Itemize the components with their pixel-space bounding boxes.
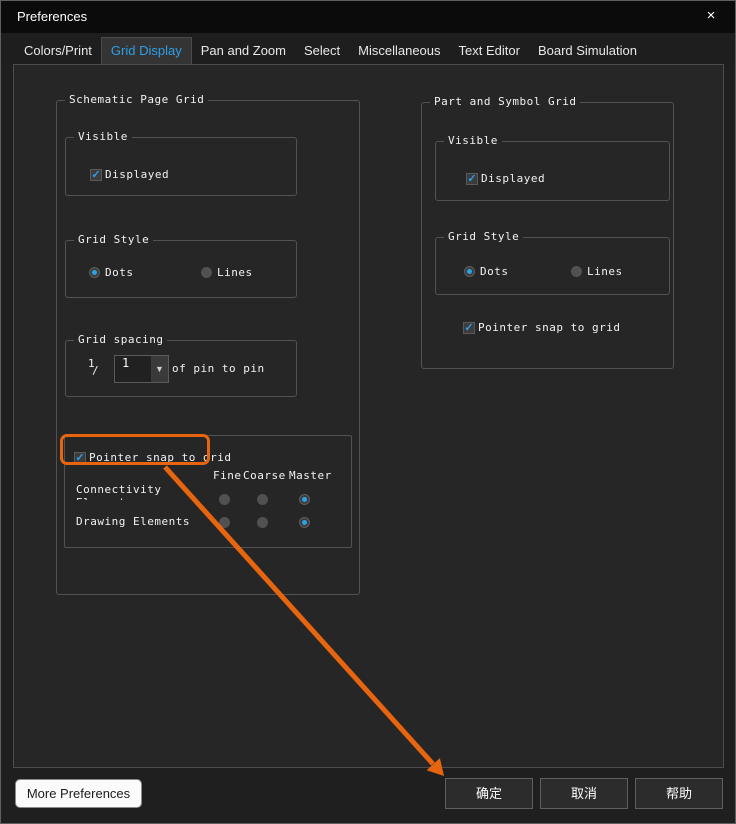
schematic-grid-spacing-title: Grid spacing: [74, 333, 168, 346]
part-visible-group: Visible ✓ Displayed: [435, 134, 670, 201]
schematic-visible-title: Visible: [74, 130, 132, 143]
schematic-grid-style-group: Grid Style Dots Lines: [65, 233, 297, 298]
part-dots-label: Dots: [480, 265, 509, 278]
tab-grid-display[interactable]: Grid Display: [100, 37, 192, 64]
checkbox-checked-icon: ✓: [466, 172, 478, 185]
grid-spacing-dropdown[interactable]: 1 ▼: [114, 355, 169, 383]
schematic-dots-radio[interactable]: Dots: [89, 266, 134, 279]
window-title: Preferences: [17, 9, 88, 24]
part-displayed-label: Displayed: [481, 172, 546, 185]
drawing-fine-radio[interactable]: [219, 517, 230, 528]
column-header-fine: Fine: [213, 469, 242, 482]
spacing-suffix-label: of pin to pin: [172, 362, 265, 375]
drawing-master-radio[interactable]: [299, 517, 310, 528]
part-grid-style-title: Grid Style: [444, 230, 524, 243]
connectivity-fine-radio[interactable]: [219, 494, 230, 505]
schematic-snap-group: ✓ Pointer snap to grid Fine Coarse Maste…: [64, 435, 352, 548]
connectivity-elements-label: Connectivity Elements: [76, 483, 162, 500]
checkbox-checked-icon: ✓: [90, 168, 102, 181]
schematic-lines-radio[interactable]: Lines: [201, 266, 253, 279]
radio-unselected-icon: [571, 266, 582, 277]
preferences-dialog: Preferences × Colors/Print Grid Display …: [0, 0, 736, 824]
part-grid-style-group: Grid Style Dots Lines: [435, 230, 670, 295]
schematic-visible-group: Visible ✓ Displayed: [65, 130, 297, 196]
tab-colors-print[interactable]: Colors/Print: [15, 38, 101, 64]
title-bar: Preferences ×: [1, 1, 735, 33]
tab-text-editor[interactable]: Text Editor: [450, 38, 529, 64]
dropdown-arrow-icon[interactable]: ▼: [151, 356, 168, 382]
cancel-button[interactable]: 取消: [540, 778, 628, 809]
schematic-grid-spacing-group: Grid spacing 1 / 1 ▼ of pin to pin: [65, 333, 297, 397]
schematic-dots-label: Dots: [105, 266, 134, 279]
schematic-displayed-checkbox[interactable]: ✓ Displayed: [90, 168, 169, 181]
schematic-page-grid-title: Schematic Page Grid: [65, 93, 209, 106]
schematic-page-grid-group: Schematic Page Grid Visible ✓ Displayed …: [56, 93, 360, 595]
tab-pan-and-zoom[interactable]: Pan and Zoom: [192, 38, 295, 64]
schematic-grid-style-title: Grid Style: [74, 233, 154, 246]
spacing-fraction-slash: /: [92, 364, 100, 377]
radio-selected-icon: [89, 267, 100, 278]
schematic-pointer-snap-checkbox[interactable]: ✓ Pointer snap to grid: [74, 451, 231, 464]
part-lines-label: Lines: [587, 265, 623, 278]
checkbox-checked-icon: ✓: [74, 451, 86, 464]
schematic-pointer-snap-label: Pointer snap to grid: [89, 451, 232, 464]
tab-select[interactable]: Select: [295, 38, 349, 64]
part-pointer-snap-checkbox[interactable]: ✓ Pointer snap to grid: [463, 321, 620, 334]
more-preferences-button[interactable]: More Preferences: [15, 779, 142, 808]
part-displayed-checkbox[interactable]: ✓ Displayed: [466, 172, 545, 185]
part-symbol-grid-group: Part and Symbol Grid Visible ✓ Displayed…: [421, 95, 674, 369]
connectivity-master-radio[interactable]: [299, 494, 310, 505]
drawing-elements-label: Drawing Elements: [76, 515, 190, 528]
part-symbol-grid-title: Part and Symbol Grid: [430, 95, 581, 108]
part-dots-radio[interactable]: Dots: [464, 265, 509, 278]
checkbox-checked-icon: ✓: [463, 321, 475, 334]
column-header-master: Master: [289, 469, 332, 482]
schematic-displayed-label: Displayed: [105, 168, 170, 181]
part-pointer-snap-label: Pointer snap to grid: [478, 321, 621, 334]
drawing-coarse-radio[interactable]: [257, 517, 268, 528]
grid-spacing-value: 1: [115, 356, 151, 382]
schematic-lines-label: Lines: [217, 266, 253, 279]
radio-unselected-icon: [201, 267, 212, 278]
close-icon[interactable]: ×: [701, 6, 721, 26]
connectivity-coarse-radio[interactable]: [257, 494, 268, 505]
part-lines-radio[interactable]: Lines: [571, 265, 623, 278]
tab-bar: Colors/Print Grid Display Pan and Zoom S…: [1, 33, 735, 64]
grid-display-panel: Schematic Page Grid Visible ✓ Displayed …: [13, 64, 724, 768]
radio-selected-icon: [464, 266, 475, 277]
part-visible-title: Visible: [444, 134, 502, 147]
tab-board-simulation[interactable]: Board Simulation: [529, 38, 646, 64]
help-button[interactable]: 帮助: [635, 778, 723, 809]
column-header-coarse: Coarse: [243, 469, 286, 482]
tab-miscellaneous[interactable]: Miscellaneous: [349, 38, 449, 64]
ok-button[interactable]: 确定: [445, 778, 533, 809]
